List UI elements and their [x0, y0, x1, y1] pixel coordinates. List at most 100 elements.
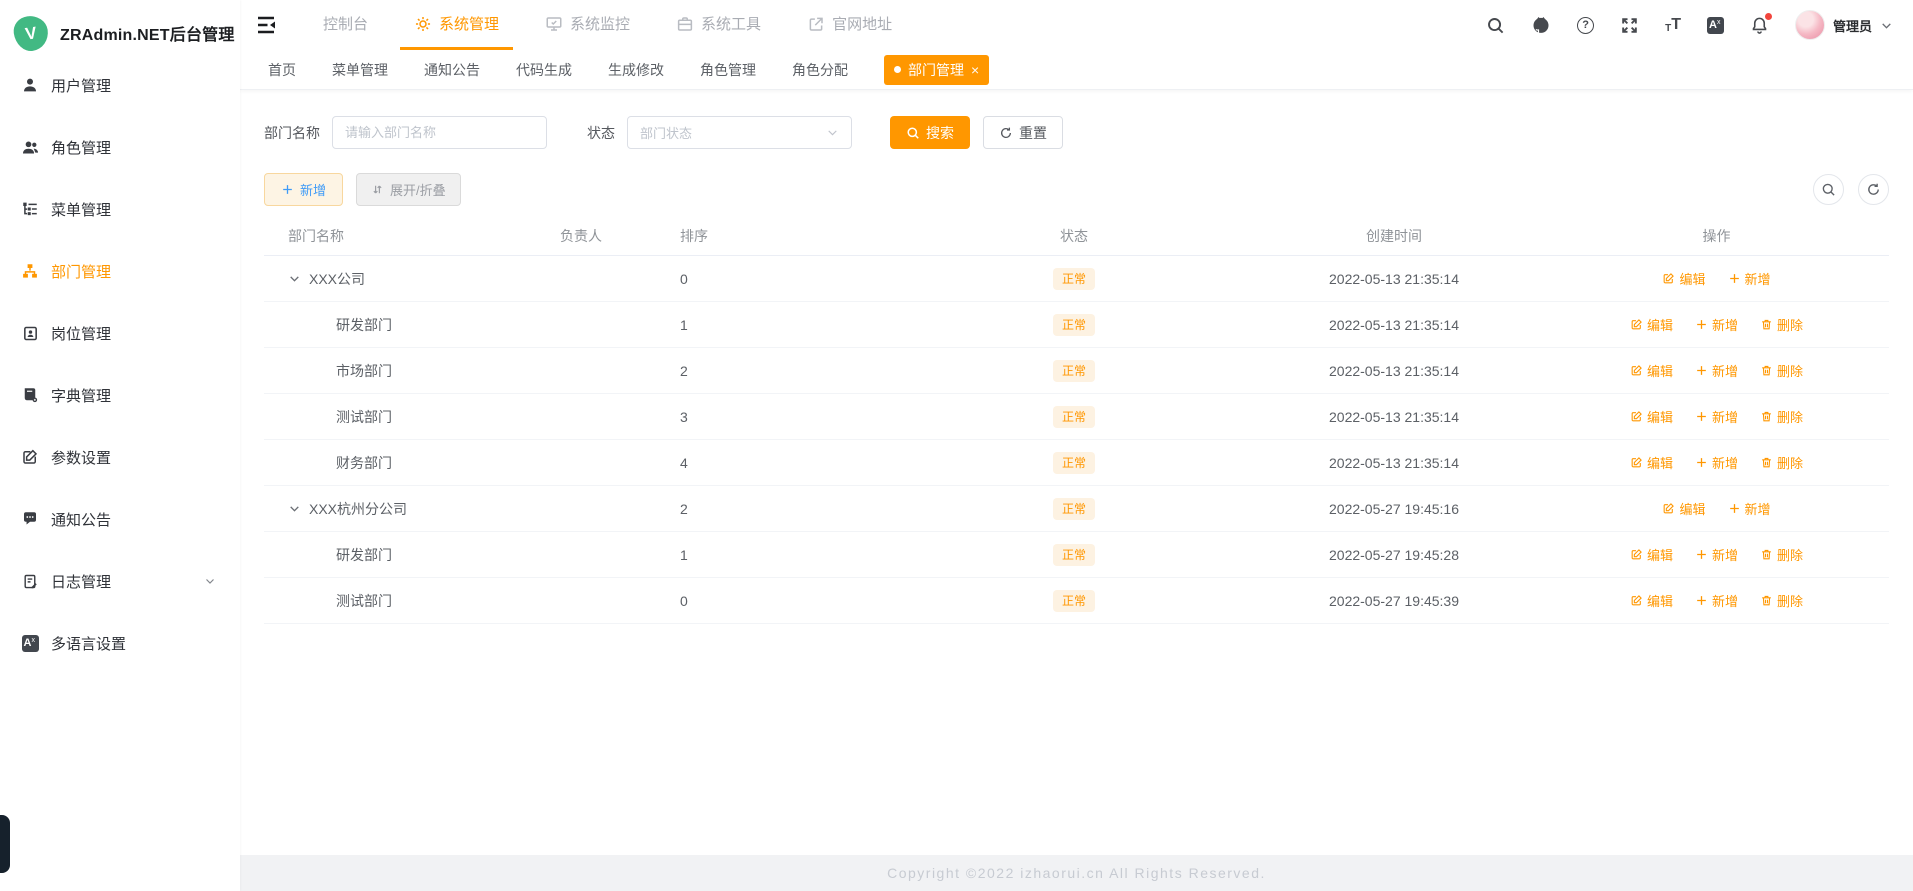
close-tab-icon[interactable]: × — [971, 63, 979, 77]
add-child-button[interactable]: 新增 — [1695, 453, 1738, 472]
dept-name: 测试部门 — [336, 408, 392, 425]
github-icon[interactable] — [1531, 15, 1551, 35]
add-department-button[interactable]: 新增 — [264, 173, 344, 206]
fullscreen-icon[interactable] — [1620, 16, 1639, 35]
refresh-table-button[interactable] — [1858, 174, 1889, 205]
edit-icon — [1664, 273, 1675, 284]
collapse-row-icon[interactable] — [288, 502, 301, 515]
delete-button[interactable]: 删除 — [1760, 453, 1803, 472]
add-child-button[interactable]: 新增 — [1695, 545, 1738, 564]
edit-button[interactable]: 编辑 — [1662, 269, 1706, 288]
sidebar-item-label: 部门管理 — [51, 263, 112, 281]
add-child-button[interactable]: 新增 — [1695, 407, 1738, 426]
tab-role-admin[interactable]: 角色管理 — [700, 60, 756, 80]
tab-department-admin-active[interactable]: 部门管理 × — [884, 54, 990, 85]
created-time: 2022-05-13 21:35:14 — [1329, 316, 1459, 333]
sidebar-item-parameters[interactable]: 参数设置 — [0, 426, 240, 488]
delete-button[interactable]: 删除 — [1760, 545, 1803, 564]
chevron-down-icon — [1882, 22, 1891, 29]
help-icon[interactable]: ? — [1577, 16, 1595, 34]
add-child-button[interactable]: 新增 — [1728, 269, 1771, 288]
search-icon[interactable] — [1486, 16, 1505, 35]
nav-item-label: 控制台 — [323, 16, 369, 33]
dept-name-input[interactable] — [332, 116, 547, 149]
tab-notices[interactable]: 通知公告 — [424, 60, 480, 80]
app-logo-row[interactable]: V ZRAdmin.NET后台管理 — [0, 0, 240, 54]
external-link-icon — [807, 15, 825, 33]
status-badge: 正常 — [1052, 589, 1095, 612]
avatar[interactable] — [1794, 10, 1825, 40]
sidebar-item-users[interactable]: 用户管理 — [0, 54, 240, 116]
delete-button[interactable]: 删除 — [1760, 407, 1803, 426]
tab-gen-edit[interactable]: 生成修改 — [608, 60, 664, 80]
add-child-button[interactable]: 新增 — [1695, 315, 1738, 334]
toggle-search-button[interactable] — [1813, 174, 1844, 205]
notification-bell-icon[interactable] — [1750, 12, 1772, 35]
collapse-sidebar-icon[interactable] — [254, 13, 278, 37]
dept-name: XXX杭州分公司 — [309, 500, 408, 517]
edit-button[interactable]: 编辑 — [1630, 407, 1673, 426]
plus-icon — [1729, 274, 1739, 283]
edit-button[interactable]: 编辑 — [1630, 453, 1673, 472]
sidebar-item-label: 通知公告 — [51, 511, 112, 529]
sidebar-item-label: 菜单管理 — [51, 201, 112, 219]
log-document-icon — [20, 571, 40, 591]
sidebar-item-label: 字典管理 — [51, 387, 112, 405]
nav-item-system-admin[interactable]: 系统管理 — [400, 0, 514, 50]
user-menu[interactable]: 管理员 — [1794, 10, 1893, 40]
table-tools — [1813, 174, 1889, 205]
table-toolbar: 新增 展开/折叠 — [264, 173, 1889, 206]
reset-button[interactable]: 重置 — [983, 116, 1063, 149]
search-button[interactable]: 搜索 — [890, 116, 970, 149]
dept-order: 2 — [680, 500, 688, 517]
created-time: 2022-05-13 21:35:14 — [1329, 362, 1459, 379]
nav-item-system-monitor[interactable]: 系统监控 — [531, 0, 644, 50]
sidebar-item-posts[interactable]: 岗位管理 — [0, 302, 240, 364]
status-select[interactable]: 部门状态 — [627, 116, 852, 149]
edit-button[interactable]: 编辑 — [1630, 361, 1673, 380]
collapse-row-icon[interactable] — [288, 272, 301, 285]
search-icon — [1822, 183, 1835, 196]
trash-icon — [1762, 457, 1771, 468]
tab-role-assign[interactable]: 角色分配 — [792, 60, 848, 80]
delete-button[interactable]: 删除 — [1760, 591, 1803, 610]
trash-icon — [1762, 319, 1771, 330]
delete-button[interactable]: 删除 — [1760, 315, 1803, 334]
language-switch-icon[interactable]: Ax — [1706, 16, 1724, 34]
table-header-row: 部门名称 负责人 排序 状态 创建时间 操作 — [264, 216, 1889, 256]
nav-item-console[interactable]: 控制台 — [309, 0, 382, 50]
dept-order: 1 — [680, 546, 688, 563]
theme-drawer-handle[interactable] — [0, 815, 10, 873]
add-child-button[interactable]: 新增 — [1695, 591, 1738, 610]
add-child-button[interactable]: 新增 — [1695, 361, 1738, 380]
plus-icon — [1697, 550, 1706, 559]
edit-button[interactable]: 编辑 — [1630, 545, 1673, 564]
sidebar-item-roles[interactable]: 角色管理 — [0, 116, 240, 178]
text-size-icon[interactable]: TT — [1665, 16, 1681, 34]
sidebar-item-dictionary[interactable]: 字典管理 — [0, 364, 240, 426]
tab-bar: 首页 菜单管理 通知公告 代码生成 生成修改 角色管理 角色分配 部门管理 × — [240, 50, 1913, 90]
filter-form: 部门名称 状态 部门状态 搜索 重置 — [264, 116, 1889, 149]
edit-button[interactable]: 编辑 — [1630, 591, 1673, 610]
status-badge: 正常 — [1052, 313, 1095, 336]
sidebar-item-languages[interactable]: Ax 多语言设置 — [0, 612, 240, 674]
edit-button[interactable]: 编辑 — [1630, 315, 1673, 334]
sidebar-item-departments[interactable]: 部门管理 — [0, 240, 240, 302]
header-leader: 负责人 — [560, 227, 602, 244]
sidebar-item-menus[interactable]: 菜单管理 — [0, 178, 240, 240]
nav-item-system-tools[interactable]: 系统工具 — [662, 0, 775, 50]
sidebar-item-logs[interactable]: 日志管理 — [0, 550, 240, 612]
nav-item-official-site[interactable]: 官网地址 — [793, 0, 906, 50]
created-time: 2022-05-13 21:35:14 — [1329, 270, 1459, 287]
edit-button[interactable]: 编辑 — [1662, 499, 1706, 518]
tab-home[interactable]: 首页 — [268, 60, 296, 80]
sidebar-item-notices[interactable]: 通知公告 — [0, 488, 240, 550]
tab-codegen[interactable]: 代码生成 — [516, 60, 572, 80]
table-row: 测试部门 0 正常 2022-05-27 19:45:39 编辑 新增 删除 — [264, 578, 1889, 624]
translate-icon: Ax — [20, 633, 40, 653]
tab-menu-admin[interactable]: 菜单管理 — [332, 60, 388, 80]
expand-collapse-button[interactable]: 展开/折叠 — [356, 173, 461, 206]
delete-button[interactable]: 删除 — [1760, 361, 1803, 380]
dept-order: 0 — [680, 270, 688, 287]
add-child-button[interactable]: 新增 — [1728, 499, 1771, 518]
